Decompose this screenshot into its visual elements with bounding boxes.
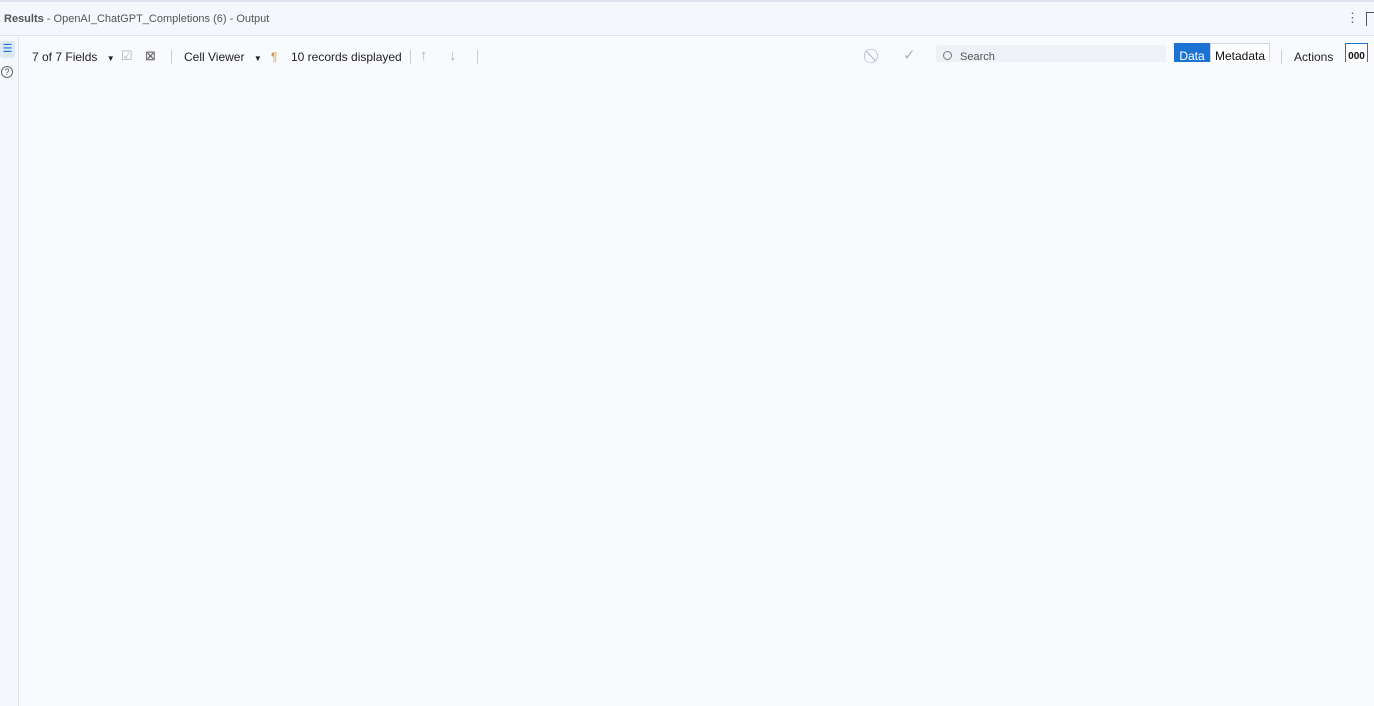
deselect-all-icon[interactable]: ⊠ xyxy=(145,48,156,64)
divider xyxy=(477,50,478,64)
arrow-down-icon[interactable]: ↓ xyxy=(449,47,457,64)
search-placeholder: Search xyxy=(960,51,995,62)
panel-subtitle: - OpenAI_ChatGPT_Completions (6) - Outpu… xyxy=(43,13,270,25)
checkmark-icon[interactable]: ✓ xyxy=(903,46,916,64)
data-tab-button[interactable]: Data xyxy=(1174,43,1210,63)
fields-label: 7 of 7 Fields xyxy=(32,50,98,64)
help-icon[interactable]: ? xyxy=(1,66,13,78)
chevron-down-icon: ▼ xyxy=(106,54,115,63)
divider xyxy=(1281,50,1282,64)
pin-icon[interactable] xyxy=(1366,12,1374,26)
search-input[interactable]: Search xyxy=(936,45,1166,62)
arrow-up-icon[interactable]: ↑ xyxy=(420,47,428,64)
metadata-tab-button[interactable]: Metadata xyxy=(1210,43,1270,63)
fields-dropdown[interactable]: 7 of 7 Fields ▼ xyxy=(32,50,115,64)
select-all-checkbox-icon[interactable]: ☑ xyxy=(121,48,133,64)
chevron-down-icon: ▼ xyxy=(253,54,262,63)
cell-viewer-label: Cell Viewer xyxy=(184,50,245,64)
panel-title: Results xyxy=(4,13,44,25)
search-icon xyxy=(943,51,952,60)
divider xyxy=(171,50,172,64)
results-toolbar: 7 of 7 Fields ▼ ☑ ⊠ Cell Viewer ▼ ¶ 10 r… xyxy=(19,37,1374,64)
number-format-button[interactable]: 000 xyxy=(1345,43,1368,62)
more-options-icon[interactable]: ⋮ xyxy=(1346,11,1359,25)
list-view-icon[interactable]: ☰ xyxy=(0,41,15,58)
divider xyxy=(410,50,411,64)
left-sidebar: ☰ ? xyxy=(0,37,19,706)
cell-viewer-dropdown[interactable]: Cell Viewer ▼ xyxy=(184,50,262,64)
results-title-bar: Results - OpenAI_ChatGPT_Completions (6)… xyxy=(0,2,1374,36)
pilcrow-icon[interactable]: ¶ xyxy=(271,50,277,64)
records-count: 10 records displayed xyxy=(291,50,402,64)
actions-button[interactable]: Actions xyxy=(1294,50,1333,64)
